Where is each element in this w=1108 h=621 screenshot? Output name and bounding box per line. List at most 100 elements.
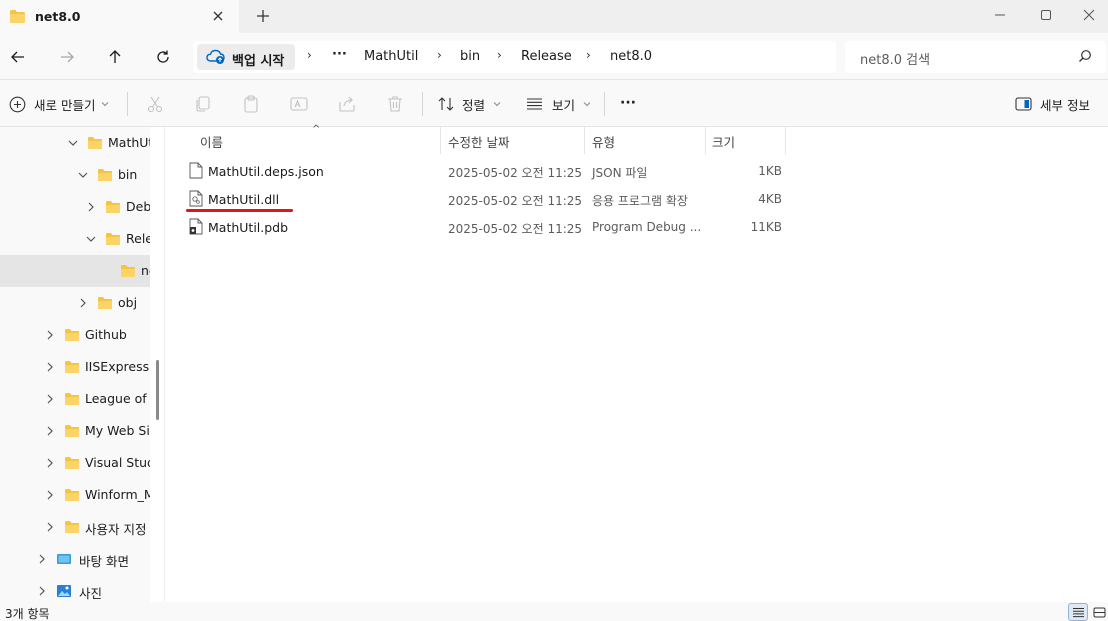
folder-icon	[10, 10, 25, 23]
chevron-right-icon[interactable]	[44, 393, 56, 405]
column-separator[interactable]	[705, 127, 706, 154]
sidebar-item-label: 바탕 화면	[79, 554, 129, 569]
cloud-backup-icon	[206, 49, 225, 64]
chevron-right-icon[interactable]	[36, 585, 48, 597]
file-row[interactable]: MathUtil.deps.json 2025-05-02 오전 11:25 J…	[185, 157, 795, 185]
folder-icon	[65, 393, 79, 405]
chevron-right-icon[interactable]	[85, 201, 97, 213]
divider	[127, 92, 128, 116]
sort-button[interactable]: 정렬	[438, 92, 501, 116]
sidebar-item[interactable]: bin	[0, 159, 150, 191]
chevron-down-icon[interactable]	[77, 169, 89, 181]
sidebar-item[interactable]: obj	[0, 287, 150, 319]
backup-start-button[interactable]: 백업 시작	[197, 44, 295, 70]
sidebar-scrollbar[interactable]	[156, 360, 159, 420]
chevron-down-icon[interactable]	[85, 233, 97, 245]
chevron-right-icon[interactable]	[44, 489, 56, 501]
column-header-type[interactable]: 유형	[592, 132, 615, 151]
up-button[interactable]	[103, 45, 127, 69]
more-options-button[interactable]: ···	[620, 91, 636, 115]
view-button[interactable]: 보기	[526, 92, 591, 116]
sidebar-item-label: League of Legends	[85, 391, 150, 406]
details-label: 세부 정보	[1040, 97, 1090, 113]
minimize-icon[interactable]	[977, 0, 1023, 30]
details-pane-button[interactable]: 세부 정보	[1015, 92, 1090, 116]
search-icon	[1079, 50, 1091, 62]
column-separator[interactable]	[584, 127, 585, 154]
column-header-size[interactable]: 크기	[712, 132, 735, 151]
tiles-view-button[interactable]	[1089, 603, 1108, 621]
sidebar-item[interactable]: Github	[0, 319, 150, 351]
refresh-button[interactable]	[151, 45, 175, 69]
pictures-icon	[57, 585, 71, 597]
tab-title: net8.0	[35, 9, 81, 24]
divider	[604, 92, 605, 116]
sidebar-item[interactable]: Release	[0, 223, 150, 255]
delete-icon[interactable]	[385, 94, 405, 114]
rename-icon[interactable]	[289, 94, 309, 114]
chevron-right-icon[interactable]	[77, 297, 89, 309]
breadcrumb-overflow[interactable]: ···	[332, 47, 347, 62]
sidebar-item[interactable]: Visual Studio	[0, 447, 150, 479]
sidebar-item[interactable]: Winform_M	[0, 479, 150, 511]
sidebar-item[interactable]: 사용자 지정	[0, 511, 150, 543]
chevron-right-icon[interactable]	[36, 553, 48, 565]
paste-icon[interactable]	[241, 94, 261, 114]
forward-button[interactable]	[55, 45, 79, 69]
breadcrumb-mathutil[interactable]: MathUtil	[364, 49, 418, 64]
chevron-right-icon: ›	[437, 48, 442, 62]
cut-icon[interactable]	[145, 94, 165, 114]
highlight-underline	[186, 209, 293, 212]
sidebar-item-label: MathUtil	[108, 135, 150, 150]
sidebar-item[interactable]: My Web Sites	[0, 415, 150, 447]
sidebar-item-label: net8.0	[141, 263, 150, 278]
column-separator[interactable]	[785, 127, 786, 154]
file-row[interactable]: MathUtil.pdb 2025-05-02 오전 11:25 Program…	[185, 213, 795, 241]
close-icon[interactable]	[209, 7, 227, 25]
chevron-right-icon[interactable]	[44, 457, 56, 469]
back-button[interactable]	[6, 45, 30, 69]
new-button[interactable]: 새로 만들기	[9, 92, 109, 116]
title-bar: net8.0	[0, 0, 1108, 33]
chevron-down-icon[interactable]	[67, 137, 79, 149]
more-icon: ···	[620, 95, 636, 111]
json-file-icon	[189, 162, 203, 179]
breadcrumb-net8[interactable]: net8.0	[610, 49, 652, 64]
file-name: MathUtil.pdb	[208, 220, 289, 235]
tab-net8[interactable]: net8.0	[0, 0, 239, 33]
sidebar-item[interactable]: MathUtil	[0, 127, 150, 159]
window-close-icon[interactable]	[1069, 0, 1108, 30]
column-header-name[interactable]: 이름	[200, 132, 223, 151]
sidebar-item[interactable]: League of Legends	[0, 383, 150, 415]
sidebar-item-label: My Web Sites	[85, 423, 150, 438]
chevron-right-icon[interactable]	[44, 425, 56, 437]
arrow-left-icon	[11, 51, 24, 63]
sidebar-item[interactable]: 사진	[0, 575, 150, 602]
folder-icon	[65, 489, 79, 501]
maximize-icon[interactable]	[1023, 0, 1069, 30]
chevron-right-icon[interactable]	[44, 521, 56, 533]
chevron-right-icon[interactable]	[44, 361, 56, 373]
folder-icon	[65, 361, 79, 373]
plus-icon[interactable]	[254, 7, 272, 25]
breadcrumb-release[interactable]: Release	[521, 49, 572, 64]
backup-start-label: 백업 시작	[232, 54, 285, 69]
sidebar-item-label: Visual Studio	[85, 455, 150, 470]
sidebar-item[interactable]: 바탕 화면	[0, 543, 150, 575]
file-list: ^ 이름 수정한 날짜 유형 크기 MathUtil.deps.json 202…	[165, 124, 1108, 602]
chevron-right-icon[interactable]	[44, 329, 56, 341]
details-view-button[interactable]	[1068, 603, 1088, 621]
file-date: 2025-05-02 오전 11:25	[448, 194, 583, 208]
breadcrumb-bin[interactable]: bin	[460, 49, 480, 64]
column-separator[interactable]	[440, 127, 441, 154]
dll-file-icon	[189, 190, 203, 207]
sidebar-item[interactable]: net8.0	[0, 255, 150, 287]
search-input[interactable]: net8.0 검색	[845, 41, 1106, 73]
desktop-icon	[57, 554, 71, 564]
copy-icon[interactable]	[193, 94, 213, 114]
sidebar-item[interactable]: IISExpress	[0, 351, 150, 383]
share-icon[interactable]	[337, 94, 357, 114]
address-bar[interactable]: 백업 시작 › ··· MathUtil › bin › Release › n…	[193, 41, 836, 73]
column-header-date[interactable]: 수정한 날짜	[448, 132, 509, 151]
sidebar-item[interactable]: Debug	[0, 191, 150, 223]
